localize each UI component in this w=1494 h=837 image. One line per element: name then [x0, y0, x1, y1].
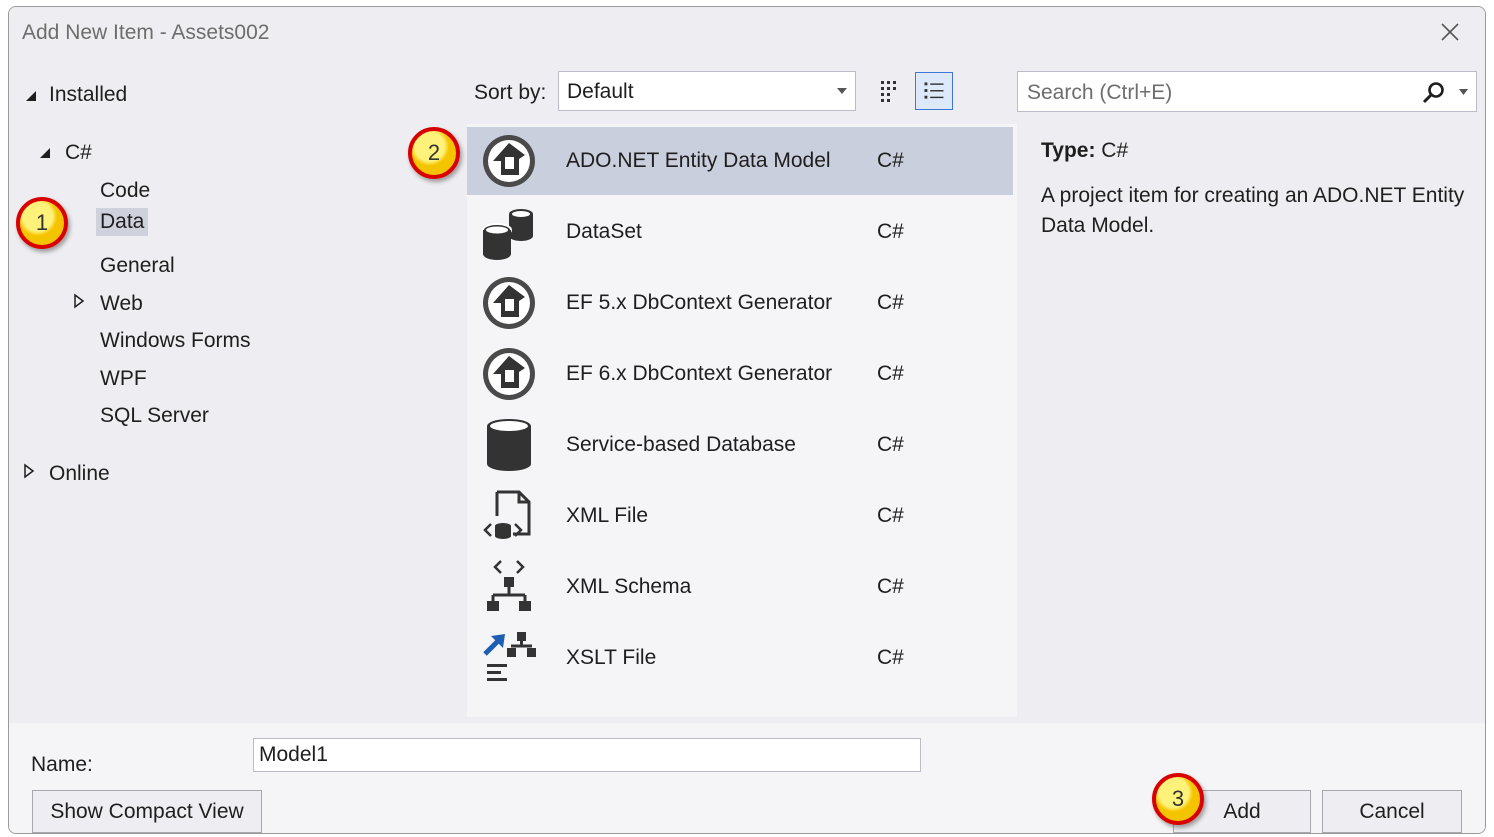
tree-node-installed[interactable]: Installed — [49, 83, 127, 107]
step-badge-2: 2 — [408, 127, 460, 179]
expanded-triangle-icon[interactable] — [39, 147, 51, 159]
show-compact-view-button[interactable]: Show Compact View — [32, 790, 262, 833]
search-input[interactable]: Search (Ctrl+E) — [1017, 71, 1477, 112]
footer-panel: Name: Model1 Show Compact View Add Cance… — [9, 723, 1485, 833]
close-icon[interactable] — [1435, 17, 1465, 47]
item-name: XSLT File — [566, 646, 657, 669]
list-item-ef5-dbcontext-generator[interactable]: EF 5.x DbContext Generator C# — [467, 269, 1013, 337]
item-language: C# — [877, 433, 904, 456]
xml-file-icon — [483, 490, 531, 539]
step-badge-3: 3 — [1152, 773, 1204, 825]
list-item-dataset[interactable]: DataSet C# — [467, 198, 1013, 266]
list-item-xml-file[interactable]: XML File C# — [467, 482, 1013, 550]
tree-item-windows-forms[interactable]: Windows Forms — [100, 329, 251, 353]
step-badge-1: 1 — [16, 197, 68, 249]
item-language: C# — [877, 220, 904, 243]
title-bar: Add New Item - Assets002 — [9, 7, 1485, 61]
collapsed-triangle-icon[interactable] — [73, 293, 85, 309]
collapsed-triangle-icon[interactable] — [23, 463, 35, 479]
add-new-item-dialog: Add New Item - Assets002 Installed C# Co… — [8, 6, 1486, 834]
entity-model-icon — [483, 348, 535, 400]
tree-item-data[interactable]: Data — [96, 208, 149, 236]
type-label: Type: — [1041, 139, 1096, 162]
list-item-service-based-database[interactable]: Service-based Database C# — [467, 411, 1013, 479]
list-item-xslt-file[interactable]: XSLT File C# — [467, 624, 1013, 692]
list-item-ef6-dbcontext-generator[interactable]: EF 6.x DbContext Generator C# — [467, 340, 1013, 408]
list-item-ado-net-entity-data-model[interactable]: ADO.NET Entity Data Model C# — [467, 127, 1013, 195]
tree-node-online[interactable]: Online — [49, 462, 110, 486]
search-icon[interactable] — [1422, 81, 1446, 105]
item-name: DataSet — [566, 220, 642, 243]
name-input-value: Model1 — [259, 743, 328, 766]
template-tree: Installed C# Code Data General Web Windo… — [9, 61, 459, 721]
tree-item-general[interactable]: General — [100, 254, 175, 278]
item-name: XML File — [566, 504, 649, 527]
small-icons-view-icon[interactable] — [870, 73, 908, 111]
sort-by-dropdown[interactable]: Default — [558, 71, 856, 111]
tree-item-wpf[interactable]: WPF — [100, 367, 147, 391]
type-value: C# — [1101, 139, 1129, 162]
item-name: XML Schema — [566, 575, 692, 598]
item-language: C# — [877, 291, 904, 314]
cancel-button[interactable]: Cancel — [1322, 790, 1462, 833]
tree-node-csharp[interactable]: C# — [65, 141, 92, 165]
tree-item-sql-server[interactable]: SQL Server — [100, 404, 209, 428]
name-input[interactable]: Model1 — [253, 738, 921, 772]
item-name: Service-based Database — [566, 433, 796, 456]
item-language: C# — [877, 575, 904, 598]
type-line: Type: C# — [1041, 139, 1471, 163]
details-panel: Type: C# A project item for creating an … — [1041, 139, 1471, 241]
tree-item-web[interactable]: Web — [100, 292, 143, 316]
item-language: C# — [877, 149, 904, 172]
search-placeholder: Search (Ctrl+E) — [1027, 81, 1173, 104]
list-view-icon[interactable] — [915, 72, 953, 110]
sort-by-value: Default — [567, 80, 634, 103]
item-language: C# — [877, 362, 904, 385]
item-name: EF 6.x DbContext Generator — [566, 362, 833, 385]
name-label: Name: — [31, 753, 93, 776]
chevron-down-icon[interactable] — [1459, 89, 1468, 95]
dialog-title: Add New Item - Assets002 — [22, 21, 270, 44]
entity-model-icon — [483, 135, 535, 187]
list-item-xml-schema[interactable]: XML Schema C# — [467, 553, 1013, 621]
item-description: A project item for creating an ADO.NET E… — [1041, 184, 1465, 237]
entity-model-icon — [483, 277, 535, 329]
dataset-icon — [482, 209, 533, 260]
chevron-down-icon — [837, 88, 847, 94]
database-icon — [487, 419, 531, 471]
tree-item-code[interactable]: Code — [100, 179, 150, 203]
expanded-triangle-icon[interactable] — [25, 90, 37, 102]
xml-schema-icon — [487, 560, 531, 611]
item-language: C# — [877, 646, 904, 669]
item-name: EF 5.x DbContext Generator — [566, 291, 833, 314]
template-list: ADO.NET Entity Data Model C# DataSet C# — [467, 124, 1017, 717]
item-name: ADO.NET Entity Data Model — [566, 149, 831, 172]
xslt-file-icon — [483, 632, 536, 681]
sort-by-label: Sort by: — [474, 81, 547, 104]
item-language: C# — [877, 504, 904, 527]
